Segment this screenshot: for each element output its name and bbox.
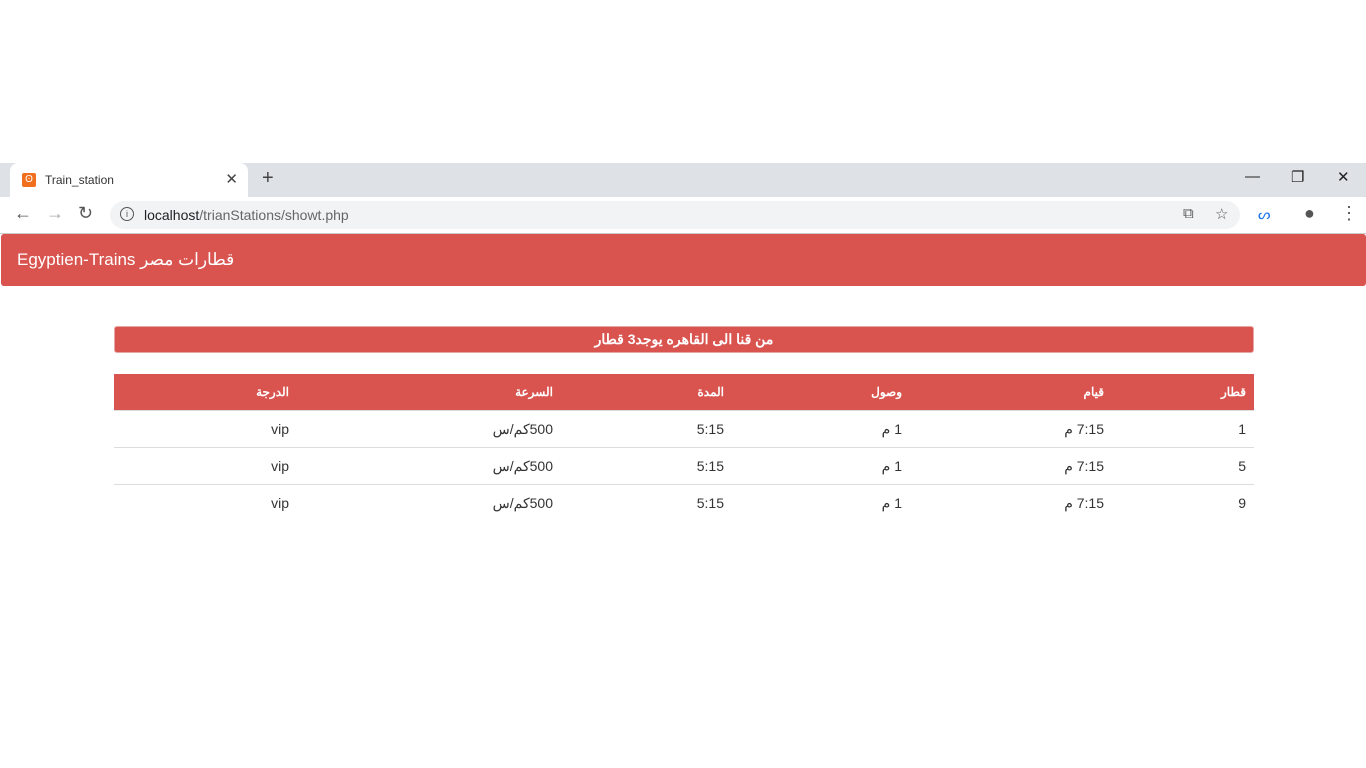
new-tab-icon[interactable]: +: [262, 167, 274, 190]
cell-departure: 7:15 م: [910, 447, 1112, 485]
table-row: 9 7:15 م1 م 5:15 500كم/س vip: [114, 484, 1254, 521]
header-train: قطار: [1112, 374, 1254, 411]
info-icon[interactable]: i: [120, 207, 134, 221]
cell-duration: 5:15: [561, 410, 732, 448]
extension-icon[interactable]: ᔕ: [1258, 206, 1270, 223]
star-icon[interactable]: ☆: [1215, 205, 1228, 223]
header-departure: قيام: [910, 374, 1112, 411]
xampp-favicon-icon: ʘ: [22, 173, 36, 187]
close-window-icon[interactable]: ✕: [1337, 168, 1350, 186]
close-tab-icon[interactable]: ✕: [225, 170, 238, 188]
cell-arrival: 1 م: [732, 484, 910, 521]
back-icon[interactable]: ←: [14, 203, 32, 224]
cell-train: 1: [1112, 410, 1254, 448]
navbar: Egyptien-Trains قطارات مصر: [1, 234, 1366, 286]
url-path: /trianStations/showt.php: [199, 207, 349, 223]
forward-icon[interactable]: →: [46, 203, 64, 224]
table-row: 1 7:15 م1 م 5:15 500كم/س vip: [114, 410, 1254, 448]
header-duration: المدة: [561, 374, 732, 411]
result-alert: من قنا الى القاهره يوجد3 قطار: [114, 326, 1254, 353]
tab-strip: ʘ Train_station ✕ + — ❐ ✕: [0, 163, 1366, 197]
cell-departure: 7:15 م: [910, 484, 1112, 521]
reload-icon[interactable]: ↻: [78, 203, 93, 224]
cell-arrival: 1 م: [732, 447, 910, 485]
tab-title: Train_station: [45, 173, 114, 187]
cell-speed: 500كم/س: [297, 410, 561, 448]
menu-icon[interactable]: ⋮: [1340, 203, 1358, 224]
cell-class: vip: [114, 484, 297, 521]
cell-class: vip: [114, 410, 297, 448]
cell-train: 5: [1112, 447, 1254, 485]
cell-speed: 500كم/س: [297, 447, 561, 485]
header-arrival: وصول: [732, 374, 910, 411]
table-header-row: قطار قيام وصول المدة السرعة الدرجة: [114, 374, 1254, 411]
cell-duration: 5:15: [561, 484, 732, 521]
trains-table: قطار قيام وصول المدة السرعة الدرجة 1 7:15…: [114, 374, 1254, 521]
header-class: الدرجة: [114, 374, 297, 411]
minimize-icon[interactable]: —: [1245, 168, 1260, 185]
profile-icon[interactable]: ●: [1304, 203, 1315, 224]
browser-tab[interactable]: ʘ Train_station ✕: [10, 163, 248, 197]
cell-departure: 7:15 م: [910, 410, 1112, 448]
cell-arrival: 1 م: [732, 410, 910, 448]
cell-duration: 5:15: [561, 447, 732, 485]
browser-toolbar: ← → ↻ i localhost/trianStations/showt.ph…: [0, 197, 1366, 234]
translate-icon[interactable]: ⧉: [1183, 205, 1194, 222]
table-row: 5 7:15 م1 م 5:15 500كم/س vip: [114, 447, 1254, 485]
restore-icon[interactable]: ❐: [1291, 168, 1304, 186]
url-host: localhost: [144, 207, 200, 223]
header-speed: السرعة: [297, 374, 561, 411]
cell-speed: 500كم/س: [297, 484, 561, 521]
cell-train: 9: [1112, 484, 1254, 521]
address-bar[interactable]: i localhost/trianStations/showt.php ⧉ ☆: [110, 201, 1240, 229]
brand[interactable]: Egyptien-Trains قطارات مصر: [17, 250, 234, 270]
cell-class: vip: [114, 447, 297, 485]
